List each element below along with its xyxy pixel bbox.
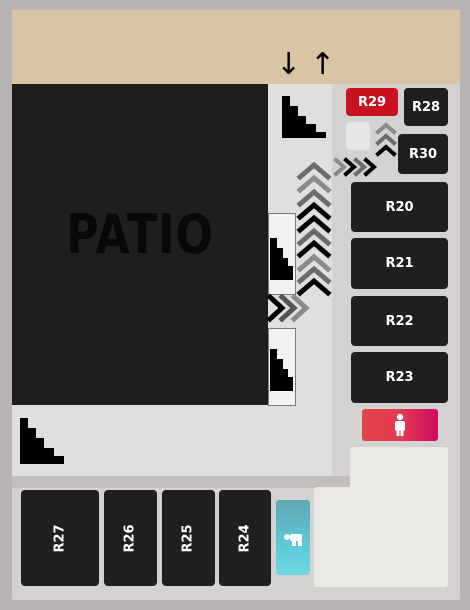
lounge-area xyxy=(350,447,448,587)
room-r26-label: R26 xyxy=(122,523,138,553)
room-r27[interactable]: R27 xyxy=(21,490,99,586)
room-r23[interactable]: R23 xyxy=(351,352,448,403)
stairs-icon xyxy=(270,349,293,391)
stairs-icon xyxy=(18,416,66,466)
storage-area xyxy=(346,122,370,150)
room-r20[interactable]: R20 xyxy=(351,182,448,232)
lounge-area-annex xyxy=(314,487,354,587)
terrace-area xyxy=(12,10,460,84)
stairs-panel xyxy=(268,328,296,406)
up-arrow-icon: ↑ xyxy=(310,47,336,82)
restroom[interactable] xyxy=(362,409,438,441)
accessible-restroom[interactable] xyxy=(276,500,310,575)
room-r26[interactable]: R26 xyxy=(104,490,157,586)
room-r25[interactable]: R25 xyxy=(162,490,215,586)
room-r28[interactable]: R28 xyxy=(404,88,448,126)
walkway xyxy=(12,476,352,488)
room-r27-label: R27 xyxy=(52,523,68,553)
accessible-restroom-icon xyxy=(284,534,302,546)
room-r30[interactable]: R30 xyxy=(398,134,448,174)
room-r22[interactable]: R22 xyxy=(351,296,448,346)
patio-label: PATIO xyxy=(66,202,214,266)
room-r24[interactable]: R24 xyxy=(219,490,271,586)
room-r29[interactable]: R29 xyxy=(346,88,398,116)
down-arrow-icon: ↓ xyxy=(276,47,302,82)
room-r24-label: R24 xyxy=(237,523,253,553)
room-r21[interactable]: R21 xyxy=(351,238,448,289)
restroom-icon xyxy=(395,413,405,436)
room-r25-label: R25 xyxy=(180,523,196,553)
